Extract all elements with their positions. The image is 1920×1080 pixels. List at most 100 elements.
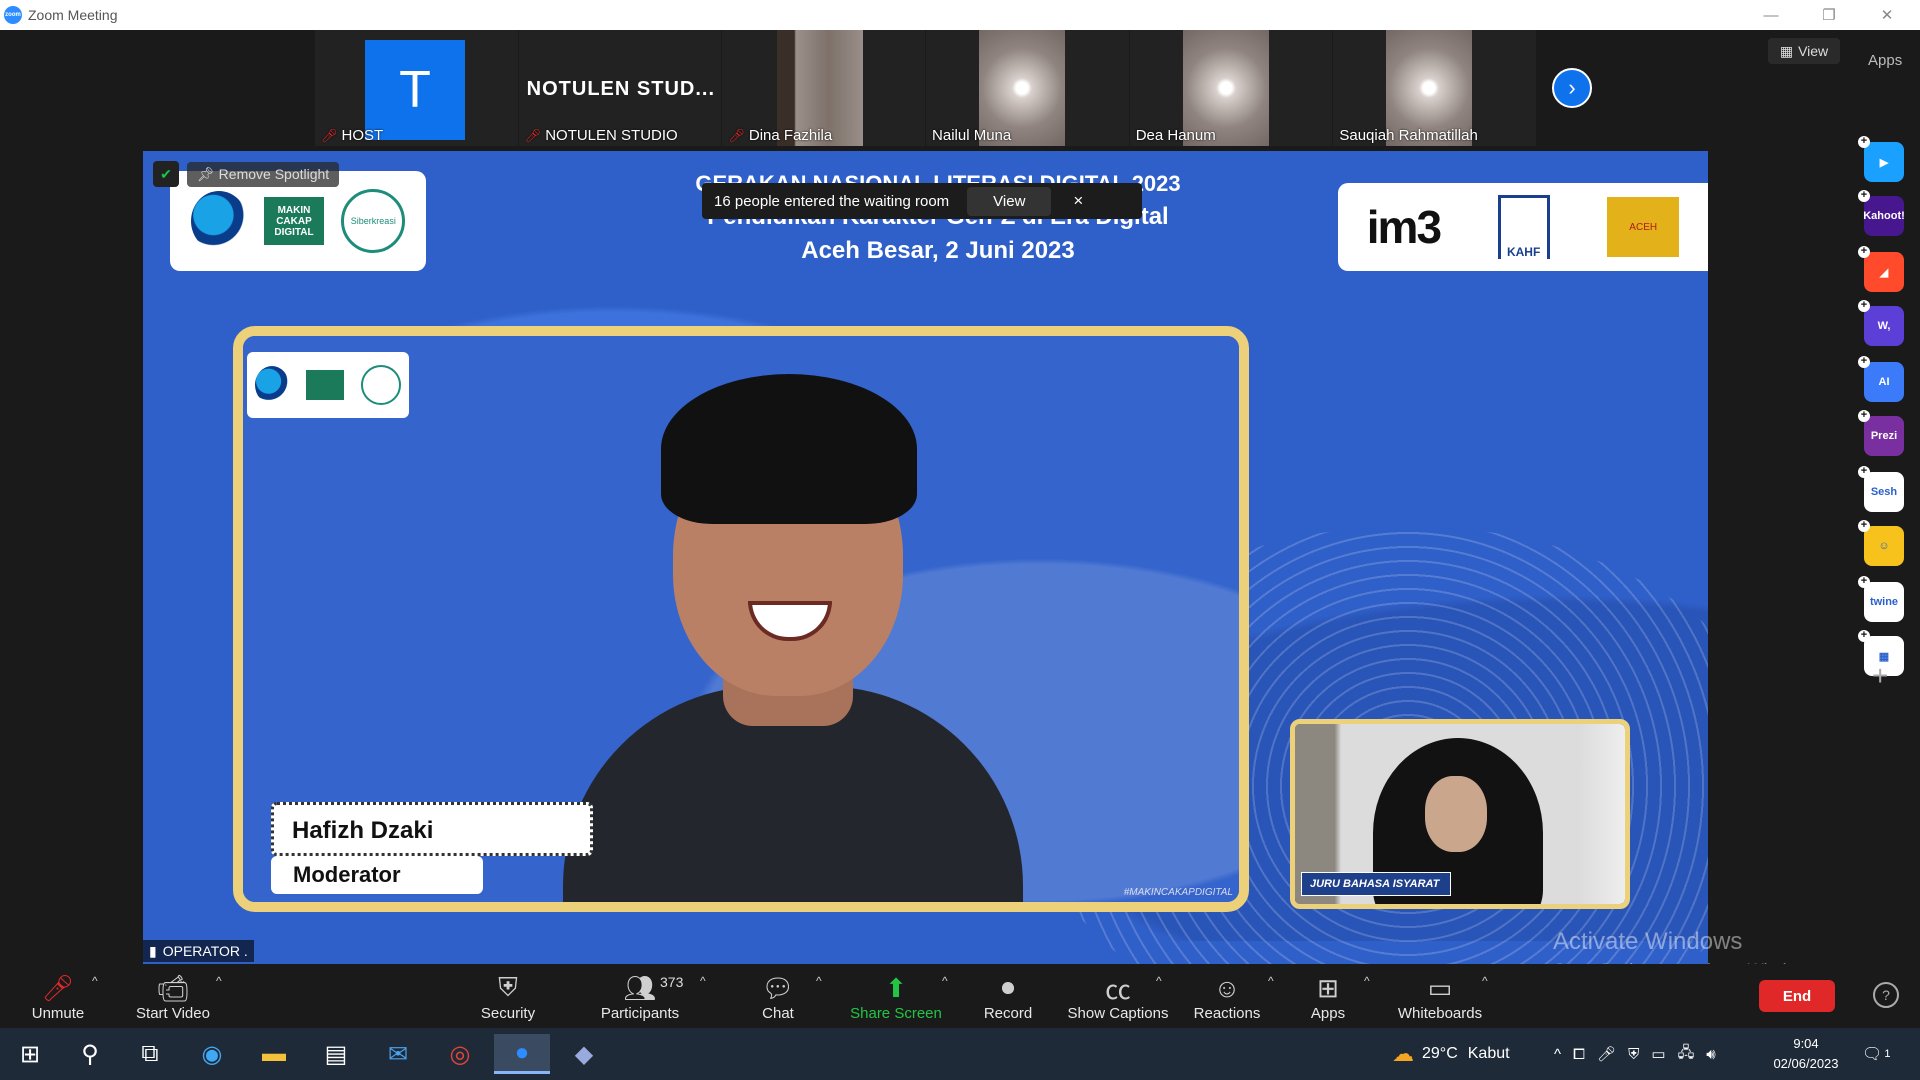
chevron-up-icon[interactable]: ^	[700, 974, 706, 988]
microsoft-store-icon[interactable]: ▤	[314, 1034, 358, 1074]
end-meeting-button[interactable]: End	[1759, 980, 1835, 1012]
system-tray: ^ ⧠ 🎤︎ ⛨ ▭ 🖧 🔊︎	[1554, 1028, 1716, 1080]
security-button[interactable]: ⛨ Security	[468, 964, 548, 1028]
add-app-plus-icon[interactable]: +	[1858, 136, 1870, 148]
participant-tile-sauqiah[interactable]: Sauqiah Rahmatillah	[1333, 30, 1537, 146]
show-captions-button[interactable]: ㏄ Show Captions ^	[1064, 964, 1172, 1028]
app-wooclap-icon[interactable]: + W,	[1858, 300, 1904, 346]
search-icon[interactable]: ⚲	[68, 1034, 112, 1074]
chat-icon: 💬︎	[761, 972, 795, 1003]
add-app-icon[interactable]: +	[1872, 660, 1888, 692]
add-app-plus-icon[interactable]: +	[1858, 356, 1870, 368]
participant-tile-nailul[interactable]: Nailul Muna	[926, 30, 1129, 146]
taskbar-clock[interactable]: 9:04 02/06/2023	[1768, 1034, 1844, 1074]
app-app-3-icon[interactable]: + ◢	[1858, 246, 1904, 292]
notification-count: 1	[1884, 1048, 1891, 1060]
chevron-up-icon[interactable]: ^	[216, 974, 222, 988]
close-window-button[interactable]: ✕	[1858, 0, 1916, 30]
add-app-plus-icon[interactable]: +	[1858, 300, 1870, 312]
app-app-1-icon[interactable]: + ▶	[1858, 136, 1904, 182]
app-sesh-icon[interactable]: + Sesh	[1858, 466, 1904, 512]
app-taskbar-icon[interactable]: ◆	[562, 1034, 606, 1074]
app-twine-icon[interactable]: + twine	[1858, 576, 1904, 622]
windows-start-icon[interactable]: ⊞	[8, 1034, 52, 1074]
participant-display-name: NOTULEN STUD...	[526, 78, 716, 100]
app-label: ▶	[1879, 156, 1889, 169]
start-video-button[interactable]: 📹︎ Start Video ^	[128, 964, 222, 1028]
microphone-icon[interactable]: 🎤︎	[1597, 1045, 1616, 1063]
add-app-plus-icon[interactable]: +	[1858, 576, 1870, 588]
volume-icon[interactable]: 🔊︎	[1706, 1046, 1715, 1063]
remove-spotlight-button[interactable]: 📌︎ Remove Spotlight	[187, 161, 340, 187]
app-emoji-app-icon[interactable]: + ☺	[1858, 520, 1904, 566]
meet-now-icon[interactable]: ⧠	[1573, 1046, 1585, 1063]
close-icon[interactable]: ×	[1073, 191, 1083, 211]
zoom-taskbar-icon[interactable]: ●	[494, 1034, 550, 1074]
participants-label: Participants	[600, 1005, 680, 1022]
siberkreasi-logo	[360, 365, 401, 405]
pin-icon: 📌︎	[197, 165, 215, 182]
participant-tile-notulen[interactable]: NOTULEN STUD... 🎤︎ NOTULEN STUDIO	[518, 30, 722, 146]
edge-browser-icon[interactable]: ◉	[190, 1034, 234, 1074]
shield-icon: ⛨	[498, 972, 518, 1002]
chevron-up-icon[interactable]: ^	[1156, 974, 1162, 988]
minimize-button[interactable]: —	[1742, 0, 1800, 30]
weather-widget[interactable]: ☁ 29°C Kabut	[1392, 1028, 1510, 1080]
chrome-icon[interactable]: ◎	[438, 1034, 482, 1074]
whiteboards-button[interactable]: ▭ Whiteboards ^	[1390, 964, 1490, 1028]
frame-watermark: #MAKINCAKAPDIGITAL	[1123, 887, 1233, 898]
share-screen-label: Share Screen	[850, 1005, 942, 1022]
participant-tile-host[interactable]: T 🎤︎ HOST	[315, 30, 518, 146]
task-view-icon[interactable]: ⧉	[128, 1034, 172, 1074]
add-app-plus-icon[interactable]: +	[1858, 520, 1870, 532]
participant-strip: T 🎤︎ HOST NOTULEN STUD... 🎤︎ NOTULEN STUDI…	[315, 30, 1537, 146]
notifications-button[interactable]: 🗨︎ 1	[1862, 1028, 1890, 1080]
siberkreasi-logo: Siberkreasi	[341, 189, 406, 253]
unmute-button[interactable]: 🎤︎ Unmute ^	[18, 964, 98, 1028]
chevron-up-icon[interactable]: ^	[1554, 1046, 1561, 1063]
app-prezi-icon[interactable]: + Prezi	[1858, 410, 1904, 456]
notification-text: 16 people entered the waiting room	[714, 192, 950, 210]
chevron-up-icon[interactable]: ^	[942, 974, 948, 988]
app-label: Prezi	[1870, 430, 1898, 442]
add-app-plus-icon[interactable]: +	[1858, 246, 1870, 258]
file-explorer-icon[interactable]: ▬	[252, 1034, 296, 1074]
shield-check-icon[interactable]: ✔	[153, 161, 179, 187]
next-page-button[interactable]: ›	[1552, 68, 1592, 108]
show-captions-label: Show Captions	[1067, 1005, 1169, 1022]
add-app-plus-icon[interactable]: +	[1858, 410, 1870, 422]
chat-button[interactable]: 💬︎ Chat ^	[738, 964, 821, 1028]
record-button[interactable]: ⏺ Record	[968, 964, 1048, 1028]
security-tray-icon[interactable]: ⛨	[1628, 1046, 1639, 1063]
chevron-up-icon[interactable]: ^	[1268, 974, 1274, 988]
restore-button[interactable]: ❐	[1800, 0, 1858, 30]
chevron-up-icon[interactable]: ^	[1364, 974, 1370, 988]
chevron-up-icon[interactable]: ^	[816, 974, 822, 988]
network-icon[interactable]: 🖧	[1678, 1042, 1695, 1067]
view-button[interactable]: ▦ View	[1768, 38, 1840, 64]
app-ai-app-icon[interactable]: + AI	[1858, 356, 1904, 402]
zoom-logo-icon: zoom	[4, 6, 22, 24]
reactions-button[interactable]: ☺ Reactions ^	[1186, 964, 1274, 1028]
participant-tile-dina[interactable]: 🎤︎ Dina Fazhila	[722, 30, 926, 146]
help-icon[interactable]: ?	[1873, 982, 1899, 1008]
start-video-label: Start Video	[136, 1005, 210, 1022]
remove-spotlight-label: Remove Spotlight	[218, 165, 330, 182]
share-screen-button[interactable]: ⬆ Share Screen ^	[846, 964, 948, 1028]
security-label: Security	[480, 1005, 536, 1022]
notification-view-button[interactable]: View	[967, 186, 1052, 216]
participant-tile-dea[interactable]: Dea Hanum	[1129, 30, 1333, 146]
add-app-plus-icon[interactable]: +	[1858, 190, 1870, 202]
battery-icon[interactable]: ▭	[1651, 1045, 1665, 1063]
mail-icon[interactable]: ✉	[376, 1034, 420, 1074]
add-app-plus-icon[interactable]: +	[1858, 630, 1870, 642]
apps-button[interactable]: ⊞ Apps ^	[1288, 964, 1370, 1028]
participants-button[interactable]: 👥︎ Participants 373 ^	[592, 964, 706, 1028]
add-app-plus-icon[interactable]: +	[1858, 466, 1870, 478]
reactions-label: Reactions	[1193, 1005, 1261, 1022]
chevron-up-icon[interactable]: ^	[92, 974, 98, 988]
whiteboard-icon: ▭	[1427, 972, 1453, 1003]
app-kahoot-icon[interactable]: + Kahoot!	[1858, 190, 1905, 236]
chevron-up-icon[interactable]: ^	[1482, 974, 1488, 988]
weather-desc: Kabut	[1467, 1045, 1510, 1062]
